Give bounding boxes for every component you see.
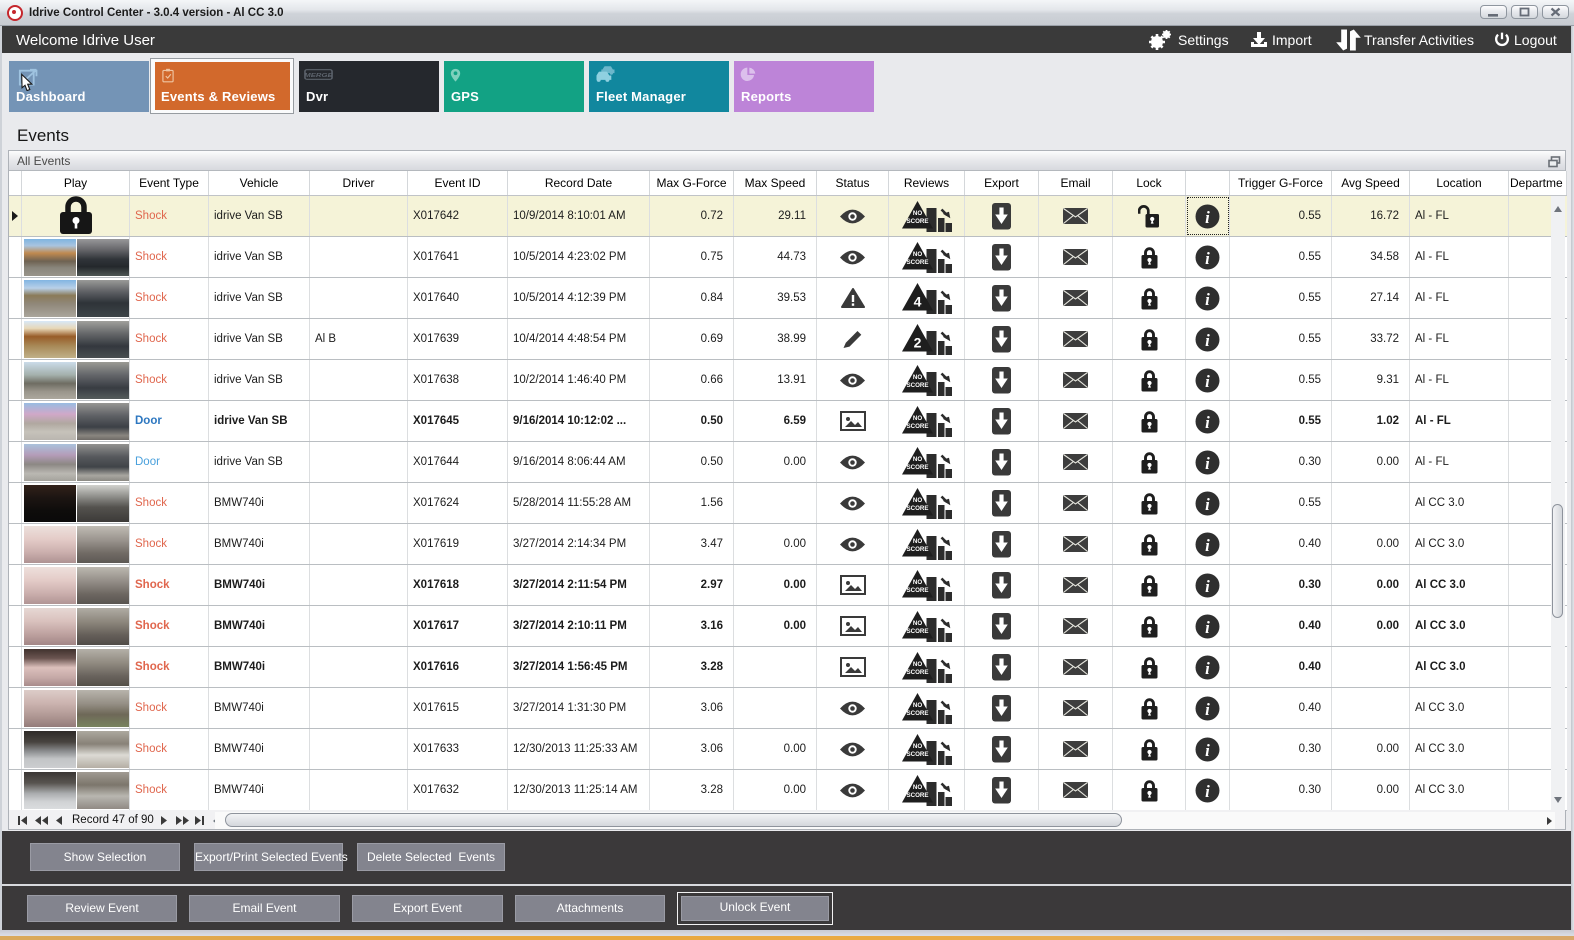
svg-text:SCORE: SCORE (906, 218, 928, 225)
svg-text:SCORE: SCORE (906, 587, 928, 594)
svg-text:4: 4 (913, 293, 921, 309)
svg-text:SCORE: SCORE (906, 710, 928, 717)
svg-text:SCORE: SCORE (906, 792, 928, 799)
svg-text:NO: NO (912, 784, 921, 791)
svg-text:SCORE: SCORE (906, 464, 928, 471)
svg-text:NO: NO (912, 579, 921, 586)
svg-text:NO: NO (912, 702, 921, 709)
svg-text:SCORE: SCORE (906, 628, 928, 635)
svg-text:NO: NO (912, 210, 921, 217)
svg-text:NO: NO (912, 251, 921, 258)
svg-text:NO: NO (912, 661, 921, 668)
svg-text:NO: NO (912, 456, 921, 463)
svg-text:SCORE: SCORE (906, 423, 928, 430)
svg-text:SCORE: SCORE (906, 751, 928, 758)
svg-text:MERGE: MERGE (304, 73, 333, 79)
svg-text:NO: NO (912, 415, 921, 422)
svg-text:NO: NO (912, 374, 921, 381)
svg-text:NO: NO (912, 538, 921, 545)
svg-text:NO: NO (912, 620, 921, 627)
svg-text:SCORE: SCORE (906, 382, 928, 389)
svg-text:SCORE: SCORE (906, 259, 928, 266)
svg-text:SCORE: SCORE (906, 505, 928, 512)
svg-text:SCORE: SCORE (906, 669, 928, 676)
svg-text:NO: NO (912, 743, 921, 750)
svg-text:NO: NO (912, 497, 921, 504)
svg-text:2: 2 (913, 334, 921, 350)
svg-text:SCORE: SCORE (906, 546, 928, 553)
